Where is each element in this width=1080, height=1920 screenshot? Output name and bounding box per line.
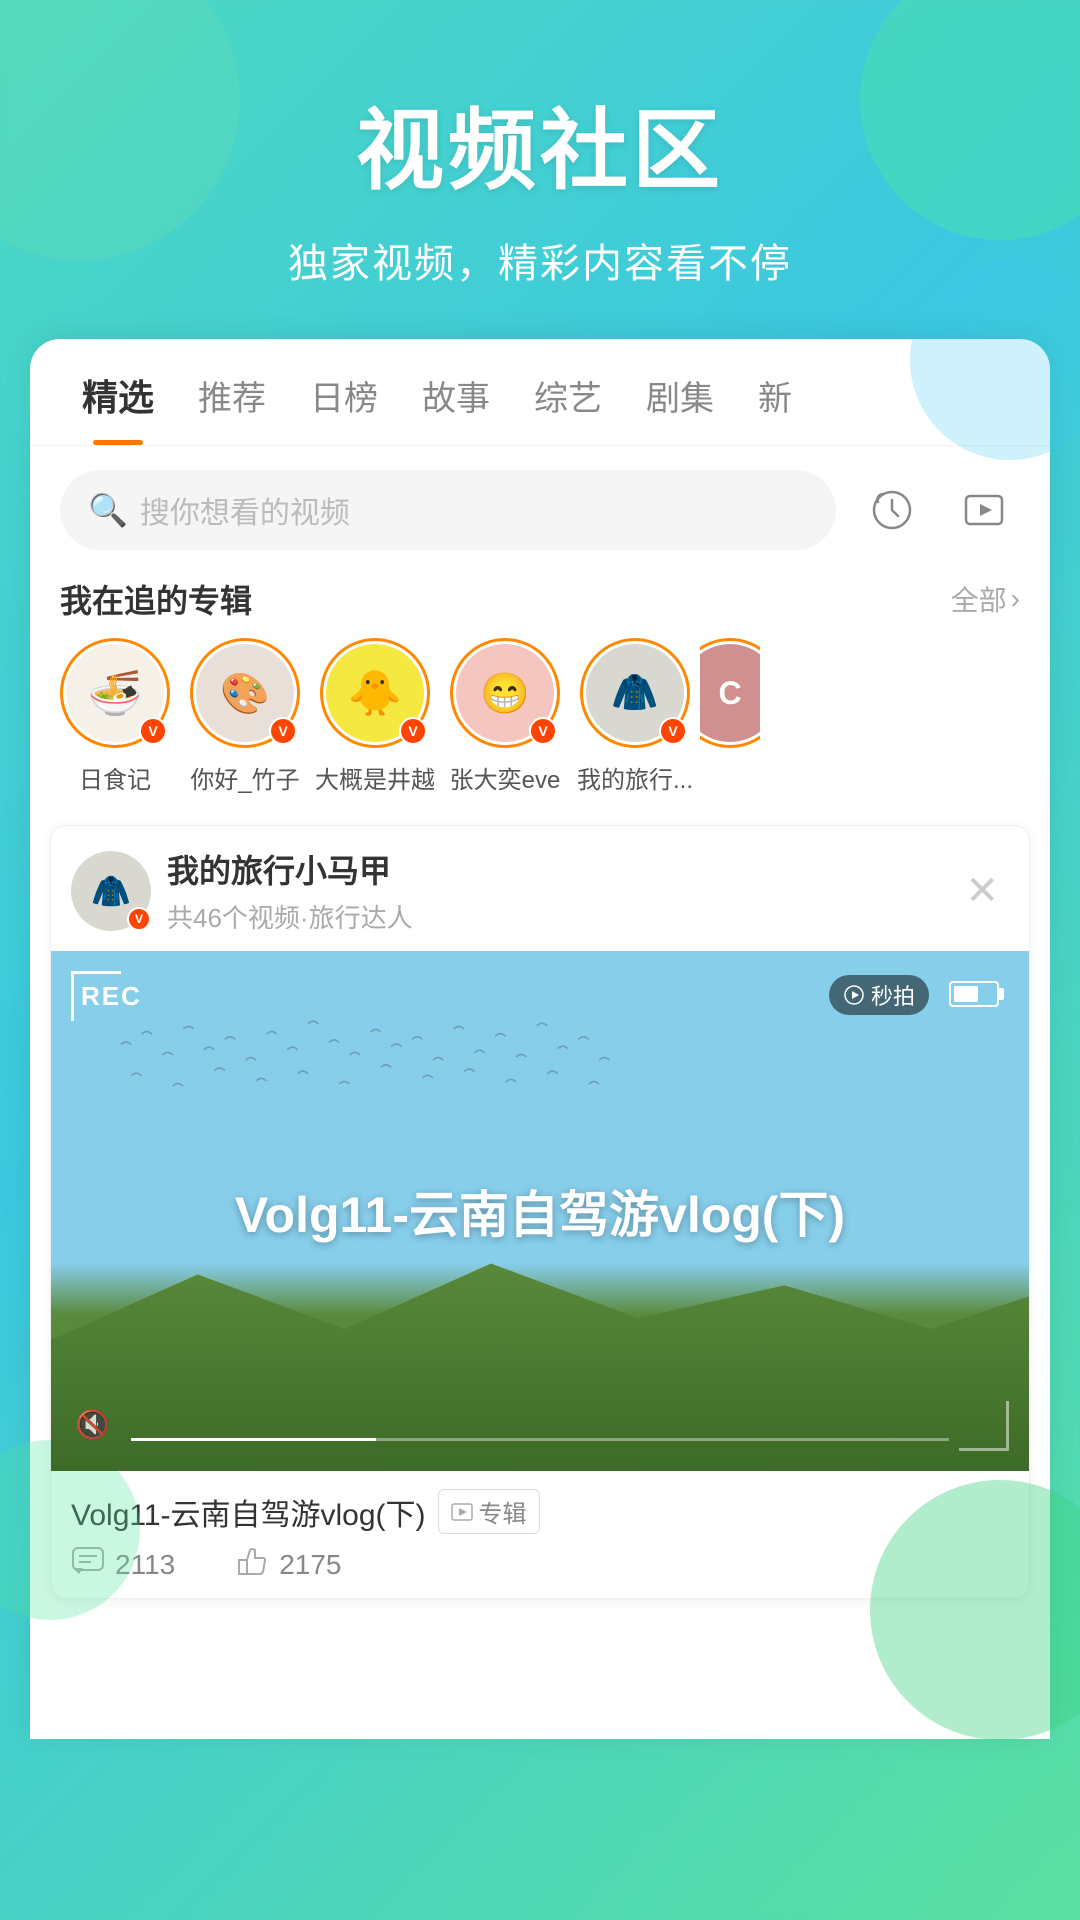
avatar-item-4[interactable]: 😁 V 张大奕eve bbox=[440, 638, 570, 795]
mute-icon: 🔇 bbox=[75, 1408, 110, 1441]
like-count: 2175 bbox=[279, 1549, 341, 1581]
vip-badge-2: V bbox=[269, 717, 297, 745]
tab-variety[interactable]: 综艺 bbox=[512, 371, 624, 444]
preview-info: 我的旅行小马甲 共46个视频·旅行达人 bbox=[167, 846, 955, 935]
mute-button[interactable]: 🔇 bbox=[75, 1408, 110, 1441]
preview-avatar: 🧥 V bbox=[71, 851, 151, 931]
battery-indicator bbox=[949, 981, 999, 1007]
page-subtitle: 独家视频，精彩内容看不停 bbox=[0, 231, 1080, 289]
avatar-ring-2: 🎨 V bbox=[190, 638, 300, 748]
view-all-button[interactable]: 全部 › bbox=[951, 579, 1020, 619]
following-section-header: 我在追的专辑 全部 › bbox=[30, 566, 1050, 638]
seconds-badge: 秒拍 bbox=[829, 975, 929, 1015]
avatar-ring-1: 🍜 V bbox=[60, 638, 170, 748]
rec-indicator: REC bbox=[81, 981, 142, 1012]
like-icon bbox=[235, 1546, 269, 1584]
video-thumbnail[interactable]: REC 秒拍 Volg11-云南自驾游vlog(下) 🔇 bbox=[51, 951, 1029, 1471]
play-icon bbox=[451, 1503, 473, 1521]
video-title-row: Volg11-云南自驾游vlog(下) 专辑 bbox=[71, 1489, 1009, 1534]
video-tag-album[interactable]: 专辑 bbox=[438, 1489, 540, 1534]
search-placeholder-text: 搜你想看的视频 bbox=[140, 488, 350, 532]
like-stat: 2175 bbox=[235, 1546, 341, 1584]
video-progress-fill bbox=[131, 1438, 376, 1441]
preview-card: 🧥 V 我的旅行小马甲 共46个视频·旅行达人 ✕ bbox=[50, 825, 1030, 1599]
close-button[interactable]: ✕ bbox=[955, 858, 1009, 924]
video-stats: 2113 2175 bbox=[71, 1546, 1009, 1584]
avatar-item-1[interactable]: 🍜 V 日食记 bbox=[50, 638, 180, 795]
avatar-item-3[interactable]: 🐥 V 大概是井越 bbox=[310, 638, 440, 795]
avatar-label-2: 你好_竹子 bbox=[190, 760, 299, 795]
avatar-ring-4: 😁 V bbox=[450, 638, 560, 748]
vip-badge-5: V bbox=[659, 717, 687, 745]
video-progress-bar[interactable] bbox=[131, 1438, 949, 1441]
avatar-item-6[interactable]: C bbox=[700, 638, 760, 760]
history-button[interactable] bbox=[856, 474, 928, 546]
avatar-label-5: 我的旅行... bbox=[577, 760, 693, 795]
chevron-right-icon: › bbox=[1011, 583, 1020, 615]
tab-story[interactable]: 故事 bbox=[400, 371, 512, 444]
avatar-item-2[interactable]: 🎨 V 你好_竹子 bbox=[180, 638, 310, 795]
battery-icon bbox=[949, 981, 999, 1007]
avatar-row: 🍜 V 日食记 🎨 V 你好_竹子 🐥 V 大概是 bbox=[30, 638, 1050, 815]
avatar-ring-6: C bbox=[700, 638, 760, 748]
tab-recommend[interactable]: 推荐 bbox=[176, 371, 288, 444]
avatar-ring-5: 🧥 V bbox=[580, 638, 690, 748]
avatar-label-1: 日食记 bbox=[79, 760, 151, 795]
avatar-label-3: 大概是井越 bbox=[315, 760, 435, 795]
tab-daily[interactable]: 日榜 bbox=[288, 371, 400, 444]
tab-featured[interactable]: 精选 bbox=[60, 369, 176, 445]
vip-badge-1: V bbox=[139, 717, 167, 745]
video-title-text: Volg11-云南自驾游vlog(下) bbox=[235, 1175, 845, 1247]
preview-channel-name: 我的旅行小马甲 bbox=[167, 846, 955, 892]
preview-meta: 共46个视频·旅行达人 bbox=[167, 898, 955, 935]
tab-bar: 精选 推荐 日榜 故事 综艺 剧集 新 bbox=[30, 339, 1050, 446]
video-title-overlay: Volg11-云南自驾游vlog(下) bbox=[235, 1175, 845, 1247]
avatar-ring-3: 🐥 V bbox=[320, 638, 430, 748]
vip-badge-3: V bbox=[399, 717, 427, 745]
preview-card-header: 🧥 V 我的旅行小马甲 共46个视频·旅行达人 ✕ bbox=[51, 826, 1029, 951]
avatar-item-5[interactable]: 🧥 V 我的旅行... bbox=[570, 638, 700, 795]
tab-series[interactable]: 剧集 bbox=[624, 371, 736, 444]
video-browse-button[interactable] bbox=[948, 474, 1020, 546]
vip-badge-4: V bbox=[529, 717, 557, 745]
avatar-label-4: 张大奕eve bbox=[450, 760, 561, 795]
search-icon: 🔍 bbox=[88, 491, 128, 529]
search-box[interactable]: 🔍 搜你想看的视频 bbox=[60, 470, 836, 550]
tab-new[interactable]: 新 bbox=[736, 371, 814, 444]
preview-vip-badge: V bbox=[127, 907, 151, 931]
rec-frame-bottomright bbox=[959, 1401, 1009, 1451]
search-area: 🔍 搜你想看的视频 bbox=[30, 446, 1050, 566]
following-title: 我在追的专辑 bbox=[60, 576, 252, 622]
